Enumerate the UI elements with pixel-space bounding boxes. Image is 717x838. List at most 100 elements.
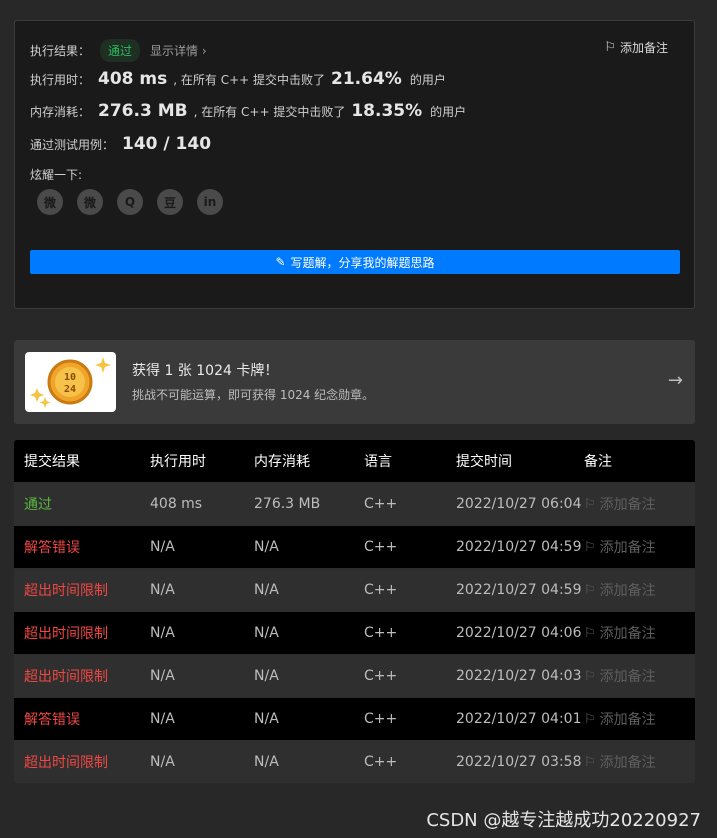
table-row: 超出时间限制 N/A N/A C++ 2022/10/27 03:58 ⚐ 添加备注 (14, 740, 695, 783)
result-cell[interactable]: 通过 (14, 494, 150, 514)
language-cell: C++ (364, 711, 398, 727)
add-note-label: 添加备注 (599, 583, 656, 599)
flag-icon: ⚐ (584, 496, 596, 512)
douban-icon[interactable]: 豆 (157, 189, 183, 215)
result-cell[interactable]: 解答错误 (14, 709, 150, 729)
memory-percent: 18.35% (351, 101, 423, 121)
add-note-button[interactable]: ⚐ 添加备注 (584, 580, 695, 600)
result-cell[interactable]: 解答错误 (14, 537, 150, 557)
runtime-cell: N/A (150, 582, 175, 598)
runtime-percent: 21.64% (331, 69, 402, 89)
memory-label: 内存消耗： (30, 105, 91, 119)
add-note-button[interactable]: ⚐ 添加备注 (584, 752, 695, 772)
submit-time-cell: 2022/10/27 04:03 (456, 668, 582, 684)
badge-coin-image: 10 24 (25, 352, 116, 412)
flag-icon: ⚐ (584, 711, 596, 727)
add-note-button[interactable]: ⚐ 添加备注 (584, 709, 695, 729)
table-row: 超出时间限制 N/A N/A C++ 2022/10/27 04:59 ⚐ 添加备注 (14, 568, 695, 611)
submissions-table: 提交结果 执行用时 内存消耗 语言 提交时间 备注 通过 408 ms 276.3 … (14, 440, 695, 783)
status-row: 执行结果： 通过 显示详情 › (30, 39, 207, 62)
header-submit-time: 提交时间 (456, 454, 512, 470)
runtime-label: 执行用时： (30, 73, 91, 87)
add-note-label: 添加备注 (599, 497, 656, 513)
language-cell: C++ (364, 539, 398, 555)
qq-icon[interactable]: Q (117, 189, 143, 215)
result-cell[interactable]: 超出时间限制 (14, 580, 150, 600)
add-note-label: 添加备注 (619, 41, 668, 55)
share-icons: 微 微 Q 豆 in (37, 189, 223, 215)
memory-cell: N/A (254, 668, 279, 684)
runtime-cell: N/A (150, 754, 175, 770)
badge-coin-top-text: 10 (64, 372, 76, 383)
header-note: 备注 (584, 454, 612, 470)
table-row: 通过 408 ms 276.3 MB C++ 2022/10/27 06:04 ⚐ 添加备注 (14, 482, 695, 525)
result-cell[interactable]: 超出时间限制 (14, 666, 150, 686)
add-note-button[interactable]: ⚐ 添加备注 (604, 39, 668, 56)
result-cell[interactable]: 超出时间限制 (14, 752, 150, 772)
flag-icon: ⚐ (584, 582, 596, 598)
arrow-right-icon[interactable]: → (668, 370, 683, 391)
memory-cell: 276.3 MB (254, 496, 321, 512)
submit-time-cell: 2022/10/27 04:06 (456, 625, 582, 641)
add-note-label: 添加备注 (599, 712, 656, 728)
submission-result-card: 执行结果： 通过 显示详情 › ⚐ 添加备注 执行用时： 408 ms , 在所… (14, 20, 695, 309)
memory-middle-text: , 在所有 C++ 提交中击败了 (193, 105, 346, 119)
runtime-cell: N/A (150, 539, 175, 555)
write-solution-label: 写题解，分享我的解题思路 (290, 255, 435, 270)
memory-cell: N/A (254, 582, 279, 598)
memory-value: 276.3 MB (98, 101, 188, 121)
add-note-label: 添加备注 (599, 755, 656, 771)
language-cell: C++ (364, 754, 398, 770)
flag-icon: ⚐ (584, 539, 596, 555)
header-runtime: 执行用时 (150, 454, 206, 470)
badge-coin-bottom-text: 24 (64, 384, 76, 395)
badge-subtitle: 挑战不可能运算，即可获得 1024 纪念勋章。 (132, 388, 375, 402)
language-cell: C++ (364, 668, 398, 684)
add-note-button[interactable]: ⚐ 添加备注 (584, 537, 695, 557)
runtime-cell: N/A (150, 668, 175, 684)
runtime-cell: 408 ms (150, 496, 203, 512)
language-cell: C++ (364, 496, 398, 512)
weibo-icon[interactable]: 微 (77, 189, 103, 215)
runtime-middle-text: , 在所有 C++ 提交中击败了 (173, 73, 326, 87)
submit-time-cell: 2022/10/27 04:01 (456, 711, 582, 727)
submit-time-cell: 2022/10/27 03:58 (456, 754, 582, 770)
wechat-icon[interactable]: 微 (37, 189, 63, 215)
header-memory: 内存消耗 (254, 454, 310, 470)
linkedin-icon[interactable]: in (197, 189, 223, 215)
flag-icon: ⚐ (604, 40, 616, 55)
header-result: 提交结果 (24, 454, 80, 470)
add-note-label: 添加备注 (599, 540, 656, 556)
csdn-watermark: CSDN @越专注越成功20220927 (426, 810, 701, 831)
runtime-cell: N/A (150, 711, 175, 727)
tests-label: 通过测试用例： (30, 138, 115, 152)
flag-icon: ⚐ (584, 625, 596, 641)
pencil-icon: ✎ (275, 255, 286, 269)
memory-cell: N/A (254, 711, 279, 727)
show-details-link[interactable]: 显示详情 › (150, 42, 207, 59)
language-cell: C++ (364, 582, 398, 598)
flag-icon: ⚐ (584, 754, 596, 770)
header-language: 语言 (364, 454, 392, 470)
status-badge: 通过 (100, 39, 141, 62)
add-note-button[interactable]: ⚐ 添加备注 (584, 623, 695, 643)
badge-promo-card[interactable]: 10 24 获得 1 张 1024 卡牌！ 挑战不可能运算，即可获得 1024 … (14, 340, 695, 424)
write-solution-button[interactable]: ✎ 写题解，分享我的解题思路 (30, 250, 680, 274)
table-row: 超出时间限制 N/A N/A C++ 2022/10/27 04:03 ⚐ 添加备注 (14, 654, 695, 697)
add-note-label: 添加备注 (599, 669, 656, 685)
language-cell: C++ (364, 625, 398, 641)
add-note-button[interactable]: ⚐ 添加备注 (584, 666, 695, 686)
memory-cell: N/A (254, 625, 279, 641)
memory-tail-text: 的用户 (430, 105, 467, 119)
table-row: 解答错误 N/A N/A C++ 2022/10/27 04:59 ⚐ 添加备注 (14, 525, 695, 568)
share-label: 炫耀一下: (30, 168, 83, 182)
submit-time-cell: 2022/10/27 04:59 (456, 539, 582, 555)
table-header: 提交结果 执行用时 内存消耗 语言 提交时间 备注 (14, 440, 695, 482)
memory-cell: N/A (254, 754, 279, 770)
runtime-tail-text: 的用户 (409, 73, 446, 87)
runtime-row: 执行用时： 408 ms , 在所有 C++ 提交中击败了 21.64% 的用户 (30, 69, 446, 89)
tests-value: 140 / 140 (122, 134, 212, 154)
badge-title: 获得 1 张 1024 卡牌！ (132, 363, 279, 379)
result-cell[interactable]: 超出时间限制 (14, 623, 150, 643)
add-note-button[interactable]: ⚐ 添加备注 (584, 494, 695, 514)
